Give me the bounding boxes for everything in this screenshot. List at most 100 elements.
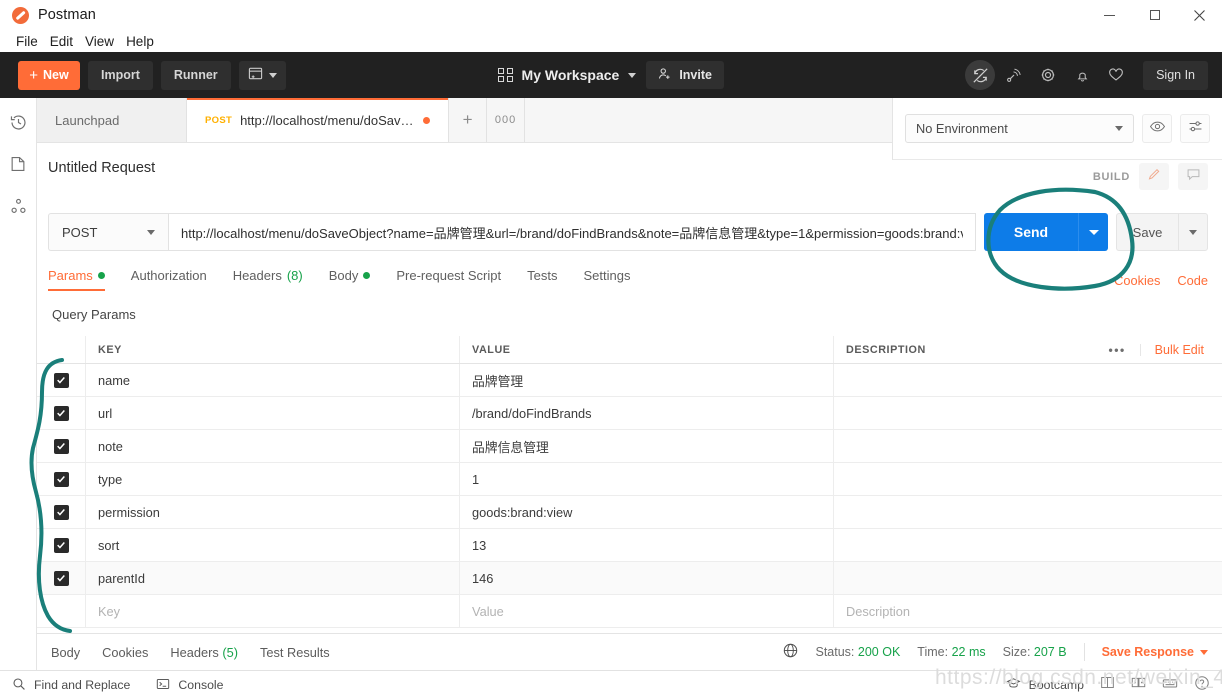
response-tab-cookies[interactable]: Cookies <box>102 645 148 660</box>
close-button[interactable] <box>1177 0 1222 30</box>
row-description[interactable] <box>834 364 1222 396</box>
runner-button[interactable]: Runner <box>160 60 231 90</box>
row-value[interactable]: 品牌信息管理 <box>460 430 834 462</box>
row-key[interactable]: url <box>86 397 460 429</box>
heart-icon[interactable] <box>1101 60 1131 90</box>
menu-item-edit[interactable]: Edit <box>44 33 79 50</box>
row-checkbox[interactable] <box>53 504 69 520</box>
send-button[interactable]: Send <box>984 213 1078 251</box>
tab-pre-request-script[interactable]: Pre-request Script <box>396 268 501 291</box>
table-row[interactable]: parentId 146 <box>37 562 1222 595</box>
tab-settings[interactable]: Settings <box>583 268 630 291</box>
tab-body[interactable]: Body <box>329 268 371 291</box>
table-row-empty[interactable]: Key Value Description <box>37 595 1222 628</box>
row-key[interactable]: parentId <box>86 562 460 594</box>
response-tab-test-results[interactable]: Test Results <box>260 645 330 660</box>
table-row[interactable]: sort 13 <box>37 529 1222 562</box>
row-checkbox[interactable] <box>53 405 69 421</box>
cookies-link[interactable]: Cookies <box>1114 273 1160 288</box>
find-and-replace-button[interactable]: Find and Replace <box>12 677 130 694</box>
environment-selector[interactable]: No Environment <box>905 114 1134 143</box>
workspace-selector[interactable]: My Workspace <box>498 67 637 83</box>
code-link[interactable]: Code <box>1177 273 1208 288</box>
new-button[interactable]: + New <box>18 60 80 90</box>
tab-headers[interactable]: Headers (8) <box>233 268 303 291</box>
table-row[interactable]: note 品牌信息管理 <box>37 430 1222 463</box>
bulk-edit-button[interactable]: Bulk Edit <box>1141 343 1222 357</box>
row-checkbox[interactable] <box>53 372 69 388</box>
row-checkbox-cell[interactable] <box>37 496 86 528</box>
environment-quick-look-button[interactable] <box>1142 114 1172 143</box>
row-key[interactable]: type <box>86 463 460 495</box>
save-response-button[interactable]: Save Response <box>1102 645 1208 659</box>
menu-item-view[interactable]: View <box>79 33 120 50</box>
save-button[interactable]: Save <box>1116 213 1178 251</box>
row-description[interactable] <box>834 529 1222 561</box>
row-checkbox[interactable] <box>53 570 69 586</box>
gear-icon[interactable] <box>1033 60 1063 90</box>
row-description[interactable] <box>834 496 1222 528</box>
table-row[interactable]: permission goods:brand:view <box>37 496 1222 529</box>
new-tab-button[interactable]: + <box>449 98 488 142</box>
tab-request-dosaveobject[interactable]: POST http://localhost/menu/doSave... <box>187 98 450 142</box>
invite-button[interactable]: Invite <box>646 61 724 89</box>
row-checkbox-cell[interactable] <box>37 562 86 594</box>
new-key-input[interactable]: Key <box>86 595 460 627</box>
new-description-input[interactable]: Description <box>834 595 1222 627</box>
environment-settings-button[interactable] <box>1180 114 1210 143</box>
row-checkbox[interactable] <box>53 471 69 487</box>
apis-icon[interactable] <box>6 194 30 218</box>
row-checkbox[interactable] <box>53 537 69 553</box>
tab-params[interactable]: Params <box>48 268 105 291</box>
row-description[interactable] <box>834 397 1222 429</box>
row-key[interactable]: permission <box>86 496 460 528</box>
url-input[interactable]: http://localhost/menu/doSaveObject?name=… <box>168 213 976 251</box>
table-options-button[interactable]: ••• <box>1095 343 1141 356</box>
row-checkbox[interactable] <box>53 438 69 454</box>
tab-options-button[interactable]: 000 <box>487 98 526 142</box>
response-tab-body[interactable]: Body <box>51 645 80 660</box>
bell-icon[interactable] <box>1067 60 1097 90</box>
import-button[interactable]: Import <box>88 60 153 90</box>
collections-icon[interactable] <box>6 152 30 176</box>
row-checkbox-cell[interactable] <box>37 529 86 561</box>
row-value[interactable]: 1 <box>460 463 834 495</box>
row-checkbox-cell[interactable] <box>37 463 86 495</box>
history-icon[interactable] <box>6 110 30 134</box>
tab-tests[interactable]: Tests <box>527 268 557 291</box>
open-new-window-button[interactable] <box>238 60 286 90</box>
row-value[interactable]: goods:brand:view <box>460 496 834 528</box>
http-method-selector[interactable]: POST <box>48 213 168 251</box>
row-key[interactable]: note <box>86 430 460 462</box>
row-checkbox-cell[interactable] <box>37 364 86 396</box>
row-checkbox-cell[interactable] <box>37 430 86 462</box>
edit-request-button[interactable] <box>1139 163 1169 190</box>
broadcast-icon[interactable] <box>999 60 1029 90</box>
sync-off-icon[interactable] <box>965 60 996 90</box>
tab-authorization[interactable]: Authorization <box>131 268 207 291</box>
row-checkbox-cell[interactable] <box>37 397 86 429</box>
tab-launchpad[interactable]: Launchpad <box>37 98 187 142</box>
response-tab-headers[interactable]: Headers (5) <box>170 645 238 660</box>
row-value[interactable]: /brand/doFindBrands <box>460 397 834 429</box>
comment-request-button[interactable] <box>1178 163 1208 190</box>
row-value[interactable]: 146 <box>460 562 834 594</box>
row-description[interactable] <box>834 463 1222 495</box>
console-button[interactable]: Console <box>156 677 224 694</box>
send-options-button[interactable] <box>1078 213 1108 251</box>
table-row[interactable]: url /brand/doFindBrands <box>37 397 1222 430</box>
row-value[interactable]: 13 <box>460 529 834 561</box>
row-key[interactable]: name <box>86 364 460 396</box>
row-key[interactable]: sort <box>86 529 460 561</box>
row-description[interactable] <box>834 562 1222 594</box>
sign-in-button[interactable]: Sign In <box>1143 60 1208 90</box>
table-row[interactable]: name 品牌管理 <box>37 364 1222 397</box>
save-options-button[interactable] <box>1178 213 1208 251</box>
row-description[interactable] <box>834 430 1222 462</box>
table-row[interactable]: type 1 <box>37 463 1222 496</box>
menu-item-help[interactable]: Help <box>120 33 160 50</box>
minimize-button[interactable] <box>1087 0 1132 30</box>
menu-item-file[interactable]: File <box>10 33 44 50</box>
new-value-input[interactable]: Value <box>460 595 834 627</box>
maximize-button[interactable] <box>1132 0 1177 30</box>
